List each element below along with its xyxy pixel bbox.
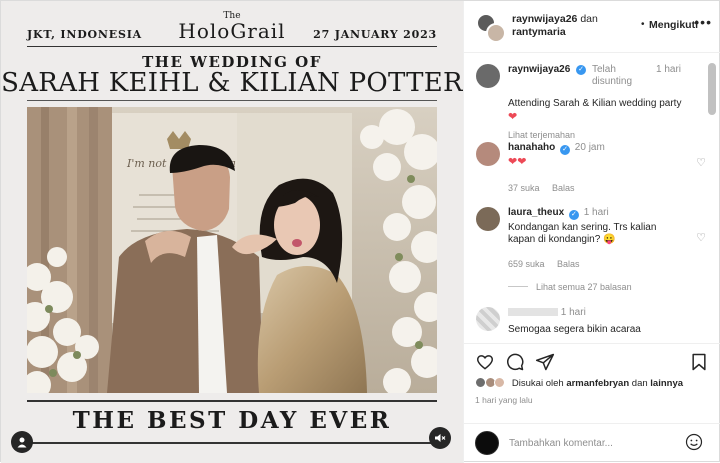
comment-item: raynwijaya26 ✓ Telah disunting 1 hari At… [476, 64, 706, 140]
see-translation-link[interactable]: Lihat terjemahan [508, 129, 698, 141]
comment-time: 1 hari [656, 64, 682, 75]
comment-time: 20 jam [574, 142, 605, 153]
add-comment-bar [463, 423, 720, 463]
liked-by-and: dan [631, 378, 648, 389]
post-timestamp: 1 hari yang lalu [475, 395, 533, 405]
speaker-mute-icon [435, 434, 446, 442]
heart-icon[interactable]: ♡ [696, 156, 706, 169]
verified-icon: ✓ [560, 145, 571, 155]
current-user-avatar [475, 431, 499, 455]
view-replies-label: Lihat semua 27 balasan [536, 282, 632, 292]
separator-dot: • [641, 19, 645, 30]
divider [508, 286, 528, 287]
comment-icon[interactable] [505, 352, 525, 372]
comment-item: hanahaho ✓ 20 jam ❤❤ 37 suka Balas ♡ [476, 142, 706, 193]
reply-button[interactable]: Balas [557, 259, 580, 269]
comment-item: laura_theux ✓ 1 hari Kondangan kan serin… [476, 207, 706, 287]
comment-item: 1 hari Semogaa segera bikin acaraa [476, 307, 706, 343]
share-icon[interactable] [535, 352, 555, 372]
comment-username[interactable]: hanahaho [508, 142, 555, 153]
avatar[interactable] [476, 64, 500, 88]
author-link[interactable]: raynwijaya26 [512, 13, 577, 25]
scrollbar[interactable] [708, 63, 716, 115]
comment-text: Kondangan kan sering. Trs kalian kapan d… [508, 222, 657, 245]
following-button[interactable]: Mengikuti [649, 19, 698, 31]
comment-username[interactable]: raynwijaya26 [508, 64, 574, 76]
divider [27, 46, 437, 47]
mute-button[interactable] [429, 427, 451, 449]
post-authors: raynwijaya26 dan rantymaria [512, 13, 642, 39]
avatar [486, 23, 506, 43]
comment-text: Semogaa segera bikin acaraa [508, 324, 641, 335]
verified-icon: ✓ [568, 210, 579, 220]
view-replies-link[interactable]: Lihat semua 27 balasan [508, 282, 632, 292]
collab-avatars[interactable] [476, 13, 506, 43]
heart-emoji: ❤ [508, 111, 518, 123]
tagline: THE BEST DAY EVER [72, 407, 392, 434]
avatar [494, 377, 506, 388]
avatar[interactable] [476, 307, 500, 331]
liked-by-prefix: Disukai oleh [511, 378, 564, 389]
comment-like-count[interactable]: 659 suka [508, 259, 545, 269]
liked-by: Disukai oleh armanfebryan dan lainnya [475, 377, 683, 389]
avatar[interactable] [476, 207, 500, 231]
divider [27, 442, 437, 444]
heart-icon[interactable] [475, 352, 495, 372]
user-icon [17, 437, 27, 448]
avatar[interactable] [476, 142, 500, 166]
wedding-photo: I'm not asking for a [27, 107, 437, 393]
author-link[interactable]: rantymaria [512, 26, 566, 38]
emoji-icon[interactable] [685, 433, 703, 451]
heart-emoji: ❤❤ [508, 156, 527, 168]
instagram-post-window: JKT, INDONESIA The HoloGrail 27 JANUARY … [0, 0, 720, 463]
tagged-users-button[interactable] [11, 431, 33, 453]
comment-username[interactable]: laura_theux [508, 207, 564, 218]
divider [27, 400, 437, 402]
post-actions: Disukai oleh armanfebryan dan lainnya 1 … [463, 343, 720, 423]
liked-by-user-link[interactable]: armanfebryan [566, 378, 629, 389]
couple-names: SARAH KEIHL & KILIAN POTTER [1, 68, 463, 98]
edited-status: Telah disunting [592, 64, 633, 87]
more-icon[interactable]: ••• [694, 14, 712, 30]
verified-icon: ✓ [576, 65, 586, 75]
post-media[interactable]: JKT, INDONESIA The HoloGrail 27 JANUARY … [1, 1, 463, 463]
comment-input[interactable] [509, 435, 669, 451]
comment-text: Attending Sarah & Kilian wedding party [508, 98, 682, 109]
authors-joiner: dan [580, 13, 598, 25]
bookmark-icon[interactable] [689, 352, 709, 372]
divider [27, 100, 437, 101]
comment-time: 1 hari [560, 307, 586, 318]
comment-time: 1 hari [583, 207, 609, 218]
blurred-username [508, 308, 558, 316]
liked-by-others-link[interactable]: lainnya [650, 378, 683, 389]
post-date: 27 JANUARY 2023 [313, 28, 437, 41]
post-header: raynwijaya26 dan rantymaria • Mengikuti … [464, 1, 720, 53]
comment-like-count[interactable]: 37 suka [508, 183, 540, 193]
reply-button[interactable]: Balas [552, 183, 575, 193]
heart-icon[interactable]: ♡ [696, 231, 706, 244]
comments-list[interactable]: raynwijaya26 ✓ Telah disunting 1 hari At… [464, 54, 710, 343]
